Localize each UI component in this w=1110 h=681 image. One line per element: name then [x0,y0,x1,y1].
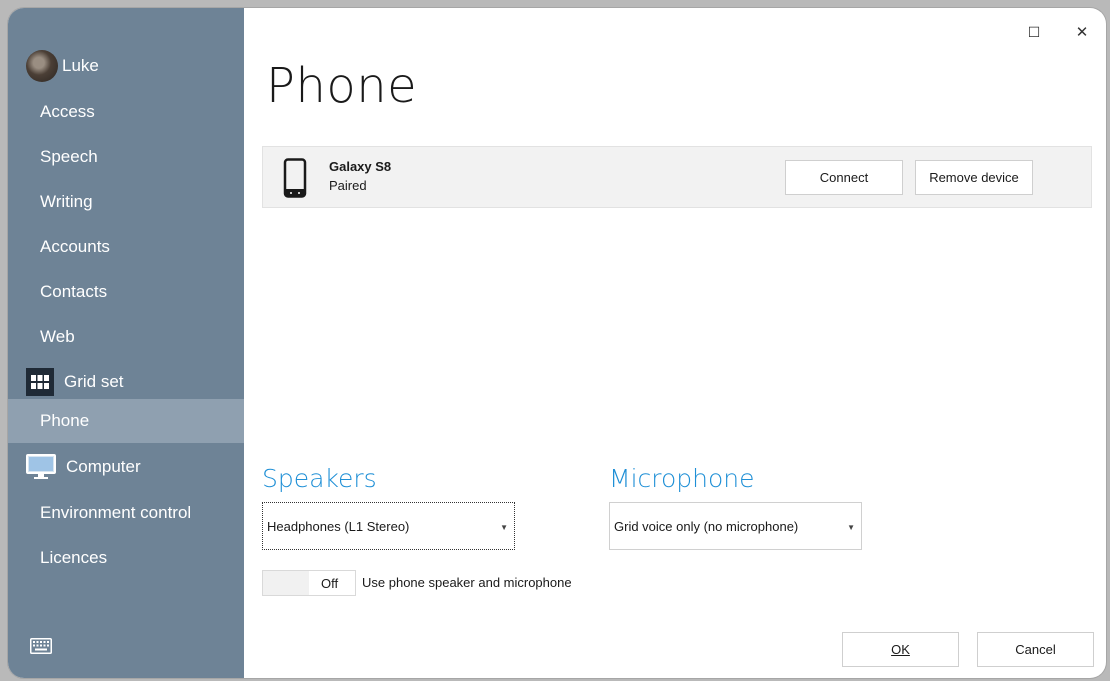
sidebar-item-grid-set[interactable]: Grid set [8,360,244,404]
sidebar-item-access[interactable]: Access [8,90,244,134]
close-icon: ✕ [1075,24,1089,41]
device-status: Paired [329,178,367,193]
sidebar-item-label: Accounts [40,237,110,256]
sidebar-item-web[interactable]: Web [8,315,244,359]
connect-button[interactable]: Connect [785,160,903,195]
dropdown-arrow-icon: ▼ [500,523,508,532]
maximize-button[interactable]: ☐ [1020,18,1048,46]
sidebar-user[interactable]: Luke [8,44,244,88]
main-content: ☐ ✕ Phone Galaxy S8 Paired Connect Remov… [244,8,1106,678]
sidebar-item-environment-control[interactable]: Environment control [8,491,244,535]
grid-icon [26,368,54,396]
monitor-icon [26,454,56,480]
toggle-label: Use phone speaker and microphone [362,575,572,590]
device-name: Galaxy S8 [329,159,392,174]
sidebar-item-contacts[interactable]: Contacts [8,270,244,314]
speakers-select[interactable]: Headphones (L1 Stereo) ▼ [262,502,515,550]
close-button[interactable]: ✕ [1068,18,1096,46]
sidebar-item-label: Speech [40,147,98,166]
ok-button[interactable]: OK [842,632,959,667]
avatar [26,50,58,82]
cancel-button[interactable]: Cancel [977,632,1094,667]
sidebar-item-licences[interactable]: Licences [8,536,244,580]
sidebar-item-computer[interactable]: Computer [8,445,244,489]
page-title: Phone [266,58,418,114]
sidebar-item-label: Web [40,327,75,346]
sidebar-item-writing[interactable]: Writing [8,180,244,224]
sidebar-item-label: Access [40,102,95,121]
maximize-icon: ☐ [1027,23,1041,40]
remove-device-button-label: Remove device [929,170,1019,185]
sidebar-item-label: Licences [40,548,108,567]
toggle-state: Off [321,576,339,591]
speakers-selected-value: Headphones (L1 Stereo) [267,518,410,534]
microphone-heading: Microphone [609,464,755,493]
sidebar-item-phone[interactable]: Phone [8,399,244,443]
remove-device-button[interactable]: Remove device [915,160,1033,195]
speakers-heading: Speakers [262,464,377,493]
sidebar-item-accounts[interactable]: Accounts [8,225,244,269]
keyboard-icon[interactable] [30,638,52,654]
toggle-track [263,571,309,595]
sidebar-item-label: Phone [40,411,90,430]
sidebar-item-speech[interactable]: Speech [8,135,244,179]
sidebar-item-label: Contacts [40,282,108,301]
connect-button-label: Connect [819,170,869,185]
phone-audio-toggle[interactable]: Off [262,570,356,596]
smartphone-icon [283,158,307,203]
settings-window: Luke Access Speech Writing Accounts Cont… [8,8,1106,678]
ok-button-label: OK [891,642,910,657]
sidebar-item-label: Computer [66,457,141,476]
dropdown-arrow-icon: ▼ [847,523,855,532]
sidebar-item-label: Environment control [40,503,192,522]
microphone-selected-value: Grid voice only (no microphone) [614,518,799,534]
device-card: Galaxy S8 Paired Connect Remove device [262,146,1092,208]
sidebar-item-label: Writing [40,192,93,211]
cancel-button-label: Cancel [1015,642,1056,657]
user-name: Luke [62,56,99,75]
sidebar-item-label: Grid set [64,372,124,391]
microphone-select[interactable]: Grid voice only (no microphone) ▼ [609,502,862,550]
sidebar: Luke Access Speech Writing Accounts Cont… [8,8,244,678]
